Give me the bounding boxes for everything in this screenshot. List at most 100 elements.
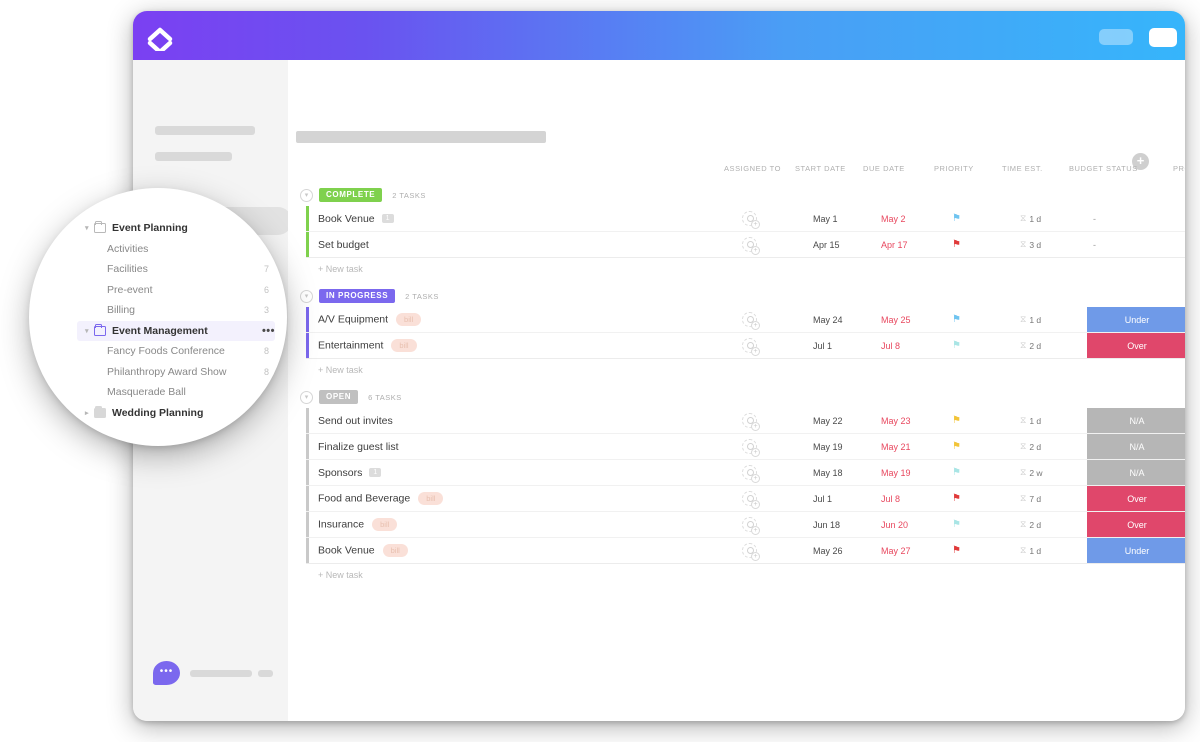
start-date-cell[interactable]: Apr 15 bbox=[813, 232, 840, 257]
sidebar-item-fancy-foods-conference[interactable]: Fancy Foods Conference 8 bbox=[85, 341, 269, 362]
new-task-button[interactable]: + New task bbox=[288, 564, 1185, 586]
column-header-budget-status[interactable]: BUDGET STATUS bbox=[1069, 164, 1138, 173]
column-header-due-date[interactable]: DUE DATE bbox=[863, 164, 905, 173]
task-tag[interactable]: bill bbox=[382, 544, 408, 557]
due-date-cell[interactable]: May 23 bbox=[881, 408, 911, 433]
priority-cell[interactable]: ⚑ bbox=[952, 232, 961, 257]
table-row[interactable]: Book Venue1+May 1May 2⚑⧖1 d-0% bbox=[306, 206, 1185, 232]
chat-bubble-icon[interactable]: ••• bbox=[153, 661, 180, 685]
assignee-cell[interactable]: + bbox=[742, 408, 760, 433]
chevron-right-icon[interactable]: ▸ bbox=[85, 409, 94, 417]
time-estimate-cell[interactable]: ⧖ 1 d bbox=[1020, 408, 1041, 433]
priority-cell[interactable]: ⚑ bbox=[952, 206, 961, 231]
priority-cell[interactable]: ⚑ bbox=[952, 538, 961, 563]
sidebar-item-masquerade-ball[interactable]: Masquerade Ball 8 bbox=[85, 382, 269, 403]
task-tag[interactable]: bill bbox=[391, 339, 417, 352]
due-date-cell[interactable]: May 27 bbox=[881, 538, 911, 563]
table-row[interactable]: Book Venuebill+May 26May 27⚑⧖1 dUnder0% bbox=[306, 538, 1185, 564]
task-name[interactable]: Food and Beverage bill bbox=[318, 492, 444, 505]
budget-status-cell[interactable]: Under bbox=[1087, 538, 1185, 563]
task-name[interactable]: Sponsors 1 bbox=[318, 467, 382, 479]
column-header-assigned-to[interactable]: ASSIGNED TO bbox=[724, 164, 781, 173]
subtask-count-badge[interactable]: 1 bbox=[369, 468, 382, 478]
task-name[interactable]: Finalize guest list bbox=[318, 441, 399, 453]
task-name[interactable]: A/V Equipment bill bbox=[318, 313, 422, 326]
task-tag[interactable]: bill bbox=[396, 313, 422, 326]
avatar-add-icon[interactable]: + bbox=[742, 439, 760, 457]
new-task-button[interactable]: + New task bbox=[288, 258, 1185, 280]
avatar-add-icon[interactable]: + bbox=[742, 338, 760, 356]
budget-status-cell[interactable]: - bbox=[1087, 232, 1185, 257]
assignee-cell[interactable]: + bbox=[742, 538, 760, 563]
task-name[interactable]: Set budget bbox=[318, 239, 369, 251]
sidebar-item-billing[interactable]: Billing 3 bbox=[85, 300, 269, 321]
budget-status-cell[interactable]: Over bbox=[1087, 486, 1185, 511]
task-name[interactable]: Insurance bill bbox=[318, 518, 398, 531]
time-estimate-cell[interactable]: ⧖ 2 d bbox=[1020, 434, 1041, 459]
sidebar-item-event-management[interactable]: ▾ Event Management ••• bbox=[77, 320, 275, 341]
due-date-cell[interactable]: Jul 8 bbox=[881, 333, 900, 358]
task-group-header[interactable]: ▾ IN PROGRESS 2 TASKS bbox=[288, 285, 1185, 307]
time-estimate-cell[interactable]: ⧖ 1 d bbox=[1020, 307, 1041, 332]
task-name[interactable]: Book Venue bill bbox=[318, 544, 408, 557]
task-tag[interactable]: bill bbox=[372, 518, 398, 531]
task-name[interactable]: Entertainment bill bbox=[318, 339, 417, 352]
chevron-down-icon[interactable]: ▾ bbox=[300, 188, 313, 202]
start-date-cell[interactable]: Jul 1 bbox=[813, 486, 832, 511]
assignee-cell[interactable]: + bbox=[742, 307, 760, 332]
budget-status-cell[interactable]: N/A bbox=[1087, 434, 1185, 459]
budget-status-cell[interactable]: - bbox=[1087, 206, 1185, 231]
task-name[interactable]: Book Venue 1 bbox=[318, 213, 394, 225]
budget-status-cell[interactable]: Over bbox=[1087, 512, 1185, 537]
column-header-time-est[interactable]: TIME EST. bbox=[1002, 164, 1043, 173]
more-options-icon[interactable]: ••• bbox=[256, 223, 269, 234]
sidebar-item-activities[interactable]: Activities 7 bbox=[85, 239, 269, 260]
task-group-header[interactable]: ▾ OPEN 6 TASKS bbox=[288, 386, 1185, 408]
due-date-cell[interactable]: Jun 20 bbox=[881, 512, 908, 537]
start-date-cell[interactable]: May 22 bbox=[813, 408, 843, 433]
sidebar-item-wedding-planning[interactable]: ▸ Wedding Planning bbox=[85, 403, 269, 424]
budget-status-cell[interactable]: Under bbox=[1087, 307, 1185, 332]
table-row[interactable]: Finalize guest list + May 19 May 21 ⚑ ⧖ 2 d N/A… bbox=[306, 434, 1185, 460]
chevron-down-icon[interactable]: ▾ bbox=[85, 327, 94, 335]
due-date-cell[interactable]: May 21 bbox=[881, 434, 911, 459]
avatar-add-icon[interactable]: + bbox=[742, 517, 760, 535]
due-date-cell[interactable]: Jul 8 bbox=[881, 486, 900, 511]
priority-cell[interactable]: ⚑ bbox=[952, 307, 961, 332]
avatar-add-icon[interactable]: + bbox=[742, 465, 760, 483]
due-date-cell[interactable]: May 2 bbox=[881, 206, 906, 231]
priority-cell[interactable]: ⚑ bbox=[952, 408, 961, 433]
table-row[interactable]: Send out invites+May 22May 23⚑⧖1 dN/A0% bbox=[306, 408, 1185, 434]
start-date-cell[interactable]: Jul 1 bbox=[813, 333, 832, 358]
start-date-cell[interactable]: May 26 bbox=[813, 538, 843, 563]
budget-status-cell[interactable]: N/A bbox=[1087, 408, 1185, 433]
table-row[interactable]: Entertainmentbill+Jul 1Jul 8⚑⧖2 dOver0% bbox=[306, 333, 1185, 359]
avatar-add-icon[interactable]: + bbox=[742, 413, 760, 431]
start-date-cell[interactable]: Jun 18 bbox=[813, 512, 840, 537]
time-estimate-cell[interactable]: ⧖ 3 d bbox=[1020, 232, 1041, 257]
due-date-cell[interactable]: May 25 bbox=[881, 307, 911, 332]
table-row[interactable]: Set budget+Apr 15Apr 17⚑⧖3 d-0% bbox=[306, 232, 1185, 258]
avatar-add-icon[interactable]: + bbox=[742, 237, 760, 255]
priority-cell[interactable]: ⚑ bbox=[952, 333, 961, 358]
due-date-cell[interactable]: May 19 bbox=[881, 460, 911, 485]
priority-cell[interactable]: ⚑ bbox=[952, 512, 961, 537]
assignee-cell[interactable]: + bbox=[742, 206, 760, 231]
priority-cell[interactable]: ⚑ bbox=[952, 460, 961, 485]
new-task-button[interactable]: + New task bbox=[288, 359, 1185, 381]
avatar-add-icon[interactable]: + bbox=[742, 491, 760, 509]
assignee-cell[interactable]: + bbox=[742, 333, 760, 358]
table-row[interactable]: Sponsors1+May 18May 19⚑⧖2 wN/A0% bbox=[306, 460, 1185, 486]
time-estimate-cell[interactable]: ⧖ 1 d bbox=[1020, 206, 1041, 231]
subtask-count-badge[interactable]: 1 bbox=[381, 214, 394, 224]
time-estimate-cell[interactable]: ⧖ 2 w bbox=[1020, 460, 1043, 485]
avatar-add-icon[interactable]: + bbox=[742, 312, 760, 330]
header-placeholder-pill-1[interactable] bbox=[1099, 29, 1133, 45]
avatar-add-icon[interactable]: + bbox=[742, 211, 760, 229]
table-row[interactable]: Food and Beverage bill + Jul 1 Jul 8 ⚑ ⧖ 7 d Ove… bbox=[306, 486, 1185, 512]
budget-status-cell[interactable]: N/A bbox=[1087, 460, 1185, 485]
column-header-start-date[interactable]: START DATE bbox=[795, 164, 846, 173]
clickup-logo-icon[interactable] bbox=[145, 21, 175, 55]
task-group-header[interactable]: ▾ COMPLETE 2 TASKS bbox=[288, 184, 1185, 206]
assignee-cell[interactable]: + bbox=[742, 434, 760, 459]
